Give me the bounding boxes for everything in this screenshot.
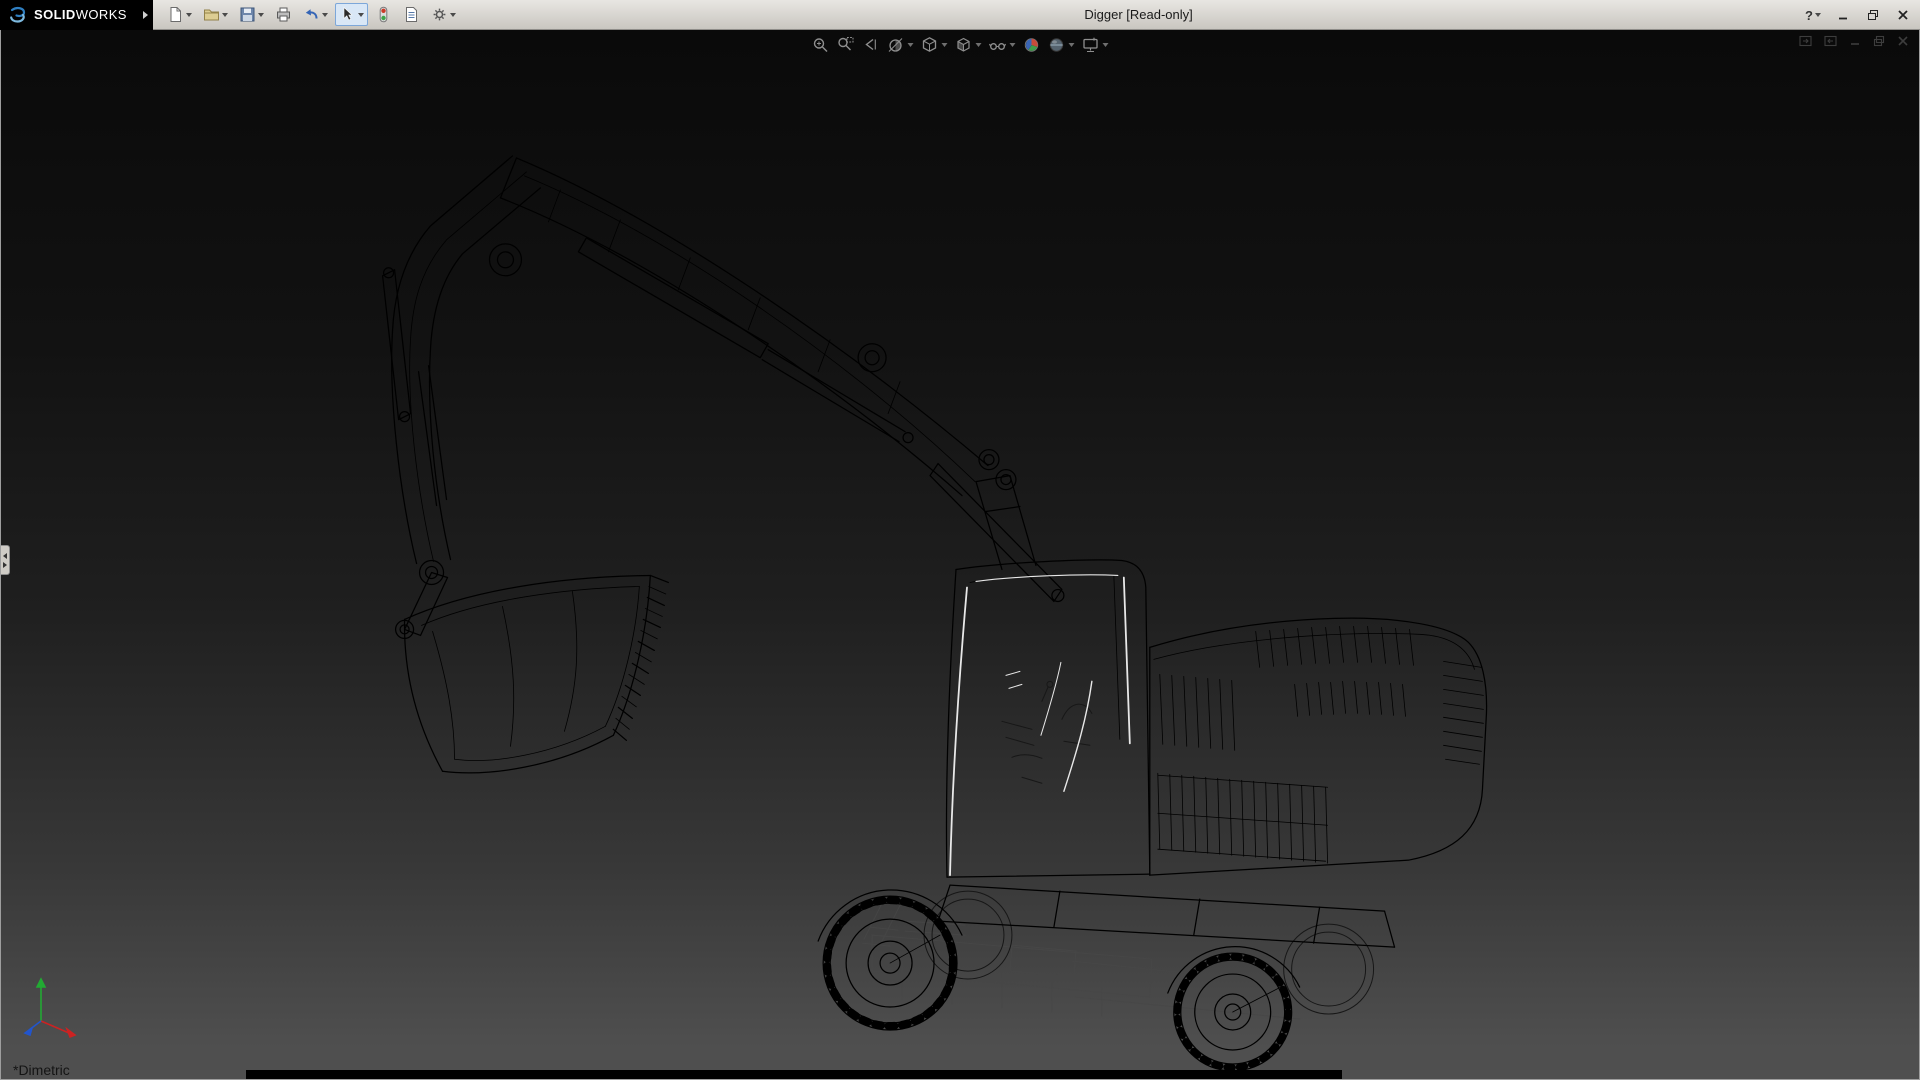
menu-flyout-arrow[interactable] bbox=[139, 0, 153, 30]
restore-icon bbox=[1867, 9, 1879, 21]
zoom-to-fit-button[interactable] bbox=[812, 36, 830, 54]
options-gear-icon bbox=[431, 6, 448, 23]
select-button[interactable] bbox=[335, 3, 368, 26]
open-dropdown[interactable] bbox=[222, 13, 228, 17]
section-view-button[interactable] bbox=[887, 36, 914, 54]
quick-access-toolbar bbox=[163, 3, 460, 26]
new-document-button[interactable] bbox=[163, 3, 196, 26]
save-button[interactable] bbox=[235, 3, 268, 26]
flyout-arrow-icon bbox=[143, 11, 148, 19]
zoom-to-fit-icon bbox=[812, 36, 830, 54]
display-style-button[interactable] bbox=[955, 36, 982, 54]
pane-toggle-left-icon[interactable] bbox=[1799, 35, 1812, 47]
document-window-controls bbox=[1799, 35, 1909, 47]
window-controls: ? bbox=[1802, 0, 1914, 30]
zoom-to-area-icon bbox=[837, 36, 855, 54]
solidworks-logo: SOLIDWORKS bbox=[0, 0, 139, 30]
view-orientation-button[interactable] bbox=[921, 36, 948, 54]
section-view-icon bbox=[887, 36, 905, 54]
minimize-icon bbox=[1837, 9, 1849, 21]
previous-view-icon bbox=[862, 36, 880, 54]
dassault-3ds-icon bbox=[8, 6, 28, 24]
new-document-icon bbox=[167, 6, 184, 23]
graphics-area[interactable]: *Dimetric bbox=[0, 30, 1920, 1080]
file-properties-icon bbox=[403, 6, 420, 23]
help-dropdown[interactable] bbox=[1815, 13, 1821, 17]
file-properties-button[interactable] bbox=[399, 3, 424, 26]
model-wireframe-digger bbox=[1, 30, 1919, 1079]
undo-icon bbox=[303, 6, 320, 23]
featuremanager-collapse-tab[interactable] bbox=[1, 545, 10, 575]
display-style-dropdown[interactable] bbox=[976, 43, 982, 47]
collapse-left-icon bbox=[3, 553, 7, 559]
help-label: ? bbox=[1805, 8, 1813, 23]
save-icon bbox=[239, 6, 256, 23]
undo-button[interactable] bbox=[299, 3, 332, 26]
options-dropdown[interactable] bbox=[450, 13, 456, 17]
select-dropdown[interactable] bbox=[358, 13, 364, 17]
hide-show-items-dropdown[interactable] bbox=[1010, 43, 1016, 47]
help-button[interactable]: ? bbox=[1802, 6, 1824, 25]
select-cursor-icon bbox=[339, 6, 356, 23]
bottom-strip bbox=[246, 1070, 1342, 1079]
rebuild-button[interactable] bbox=[371, 3, 396, 26]
open-button[interactable] bbox=[199, 3, 232, 26]
close-button[interactable] bbox=[1892, 5, 1914, 25]
apply-scene-button[interactable] bbox=[1048, 36, 1075, 54]
apply-scene-sphere-icon bbox=[1048, 36, 1066, 54]
restore-button[interactable] bbox=[1862, 5, 1884, 25]
save-dropdown[interactable] bbox=[258, 13, 264, 17]
edit-appearance-ball-icon bbox=[1023, 36, 1041, 54]
minimize-button[interactable] bbox=[1832, 5, 1854, 25]
pane-toggle-right-icon[interactable] bbox=[1824, 35, 1837, 47]
view-orientation-cube-icon bbox=[921, 36, 939, 54]
document-minimize-icon[interactable] bbox=[1849, 35, 1861, 47]
hide-show-items-button[interactable] bbox=[989, 36, 1016, 54]
view-settings-button[interactable] bbox=[1082, 36, 1109, 54]
orientation-triad bbox=[19, 969, 99, 1041]
view-settings-dropdown[interactable] bbox=[1103, 43, 1109, 47]
close-icon bbox=[1897, 9, 1909, 21]
display-style-icon bbox=[955, 36, 973, 54]
view-orientation-label: *Dimetric bbox=[13, 1062, 70, 1078]
options-button[interactable] bbox=[427, 3, 460, 26]
previous-view-button[interactable] bbox=[862, 36, 880, 54]
heads-up-view-toolbar bbox=[812, 36, 1109, 54]
print-icon bbox=[275, 6, 292, 23]
expand-right-icon bbox=[3, 562, 7, 568]
brand-text: SOLIDWORKS bbox=[34, 7, 127, 22]
section-view-dropdown[interactable] bbox=[908, 43, 914, 47]
zoom-to-area-button[interactable] bbox=[837, 36, 855, 54]
document-close-icon[interactable] bbox=[1897, 35, 1909, 47]
view-orientation-dropdown[interactable] bbox=[942, 43, 948, 47]
new-document-dropdown[interactable] bbox=[186, 13, 192, 17]
edit-appearance-button[interactable] bbox=[1023, 36, 1041, 54]
title-bar: SOLIDWORKS bbox=[0, 0, 1920, 30]
view-settings-icon bbox=[1082, 36, 1100, 54]
print-button[interactable] bbox=[271, 3, 296, 26]
document-restore-icon[interactable] bbox=[1873, 35, 1885, 47]
rebuild-icon bbox=[375, 6, 392, 23]
solidworks-window: SOLIDWORKS bbox=[0, 0, 1920, 1080]
undo-dropdown[interactable] bbox=[322, 13, 328, 17]
open-folder-icon bbox=[203, 6, 220, 23]
apply-scene-dropdown[interactable] bbox=[1069, 43, 1075, 47]
document-title: Digger [Read-only] bbox=[1084, 7, 1192, 22]
hide-show-glasses-icon bbox=[989, 36, 1007, 54]
